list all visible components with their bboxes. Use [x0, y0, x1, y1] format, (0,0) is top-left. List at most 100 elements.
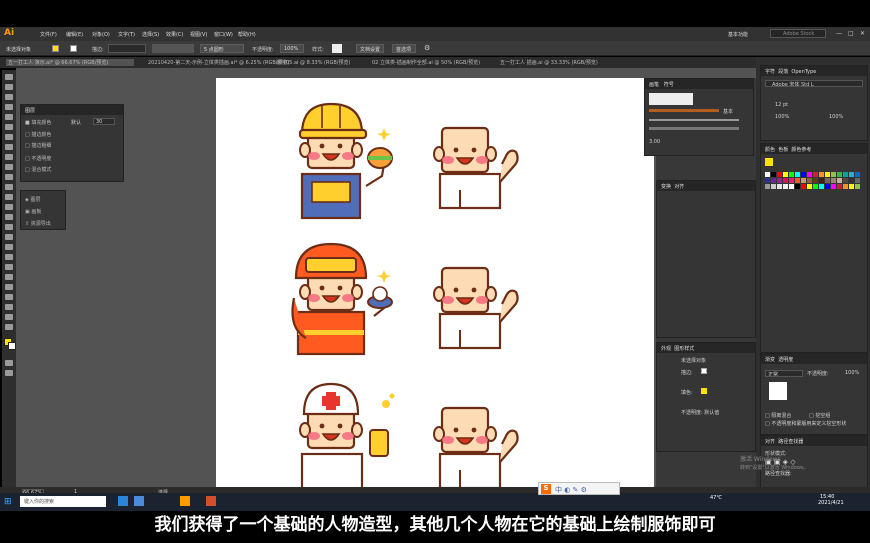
- tab-align-2[interactable]: 对齐: [765, 439, 775, 445]
- pencil-tool-icon[interactable]: [5, 164, 13, 170]
- swatch-chip[interactable]: [849, 172, 854, 177]
- swatch-chip[interactable]: [801, 172, 806, 177]
- tab-transform[interactable]: 变换: [661, 184, 671, 190]
- appearance-fill-swatch[interactable]: [701, 388, 707, 394]
- swatch-chip[interactable]: [777, 172, 782, 177]
- swatch-chip[interactable]: [771, 178, 776, 183]
- appearance-fill-row[interactable]: 填色:: [681, 389, 693, 396]
- swatch-chip[interactable]: [771, 172, 776, 177]
- swatch-chip[interactable]: [783, 172, 788, 177]
- swatch-chip[interactable]: [789, 184, 794, 189]
- stroke-color-icon[interactable]: [8, 342, 16, 350]
- weather-temp[interactable]: 47℃: [710, 495, 722, 501]
- menu-object[interactable]: 对象(O): [92, 31, 110, 38]
- eraser-tool-icon[interactable]: [5, 174, 13, 180]
- row-fill-color[interactable]: ■ 填充颜色: [25, 119, 51, 126]
- vertical-scale-field[interactable]: 100%: [829, 114, 843, 120]
- tab-doc-2[interactable]: 20210420-第二天-示例-立体类插画.ai* @ 6.25% (RGB/预…: [148, 59, 289, 66]
- symbol-sprayer-icon[interactable]: [5, 274, 13, 280]
- swatch-chip[interactable]: [825, 178, 830, 183]
- size-field[interactable]: 30: [93, 118, 115, 125]
- menu-view[interactable]: 视图(V): [190, 31, 207, 38]
- asset-export-item[interactable]: ⇪ 资源导出: [25, 220, 51, 227]
- screen-mode-icon[interactable]: [5, 370, 13, 376]
- zoom-tool-icon[interactable]: [5, 324, 13, 330]
- direct-selection-tool-icon[interactable]: [5, 84, 13, 90]
- curvature-tool-icon[interactable]: [5, 114, 13, 120]
- swatch-chip[interactable]: [843, 184, 848, 189]
- opacity-mask-checkbox[interactable]: □ 不透明度和蒙版用来定义挖空形状: [765, 420, 865, 427]
- tab-symbols[interactable]: 符号: [664, 82, 674, 88]
- tab-opentype[interactable]: OpenType: [791, 69, 816, 75]
- swatch-chip[interactable]: [801, 178, 806, 183]
- menu-help[interactable]: 帮助(H): [238, 31, 256, 38]
- opacity-field[interactable]: 100%: [280, 44, 304, 53]
- swatch-chip[interactable]: [765, 178, 770, 183]
- swatch-chip[interactable]: [813, 172, 818, 177]
- swatch-chip[interactable]: [831, 178, 836, 183]
- variable-width-field[interactable]: [152, 44, 194, 53]
- blend-tool-icon[interactable]: [5, 264, 13, 270]
- swatch-chip[interactable]: [813, 184, 818, 189]
- tab-gradient[interactable]: 渐变: [765, 357, 775, 363]
- minimize-icon[interactable]: —: [836, 30, 842, 37]
- tab-color[interactable]: 颜色: [765, 147, 775, 153]
- swatch-chip[interactable]: [813, 178, 818, 183]
- swatch-chip[interactable]: [825, 184, 830, 189]
- knockout-group-checkbox[interactable]: □ 挖空组: [809, 412, 830, 419]
- arrange-icon[interactable]: ⚙: [424, 44, 430, 52]
- tab-doc-3[interactable]: 课件05.ai @ 8.33% (RGB/预览): [276, 59, 364, 66]
- rotate-tool-icon[interactable]: [5, 184, 13, 190]
- horizontal-scale-field[interactable]: 100%: [775, 114, 789, 120]
- row-stroke-color[interactable]: □ 描边颜色: [25, 131, 51, 138]
- tab-color-guide[interactable]: 颜色参考: [791, 147, 811, 153]
- swatch-chip[interactable]: [807, 178, 812, 183]
- slice-tool-icon[interactable]: [5, 304, 13, 310]
- maximize-icon[interactable]: □: [848, 30, 854, 37]
- swatch-chip[interactable]: [765, 184, 770, 189]
- draw-mode-icon[interactable]: [5, 360, 13, 366]
- swatch-chip[interactable]: [765, 172, 770, 177]
- gradient-tool-icon[interactable]: [5, 244, 13, 250]
- graph-tool-icon[interactable]: [5, 284, 13, 290]
- tab-swatches[interactable]: 色板: [778, 147, 788, 153]
- swatch-chip[interactable]: [819, 184, 824, 189]
- appearance-opacity-row[interactable]: 不透明度: 默认值: [681, 409, 719, 416]
- swatch-chip[interactable]: [807, 172, 812, 177]
- swatch-chip[interactable]: [843, 178, 848, 183]
- swatch-chip[interactable]: [783, 178, 788, 183]
- appearance-stroke-row[interactable]: 描边:: [681, 369, 693, 376]
- shape-builder-icon[interactable]: [5, 214, 13, 220]
- swatch-chip[interactable]: [807, 184, 812, 189]
- menu-window[interactable]: 窗口(W): [214, 31, 233, 38]
- eyedropper-tool-icon[interactable]: [5, 254, 13, 260]
- swatch-chip[interactable]: [783, 184, 788, 189]
- hand-tool-icon[interactable]: [5, 314, 13, 320]
- stock-search-input[interactable]: Adobe Stock: [770, 29, 826, 38]
- swatch-chip[interactable]: [837, 178, 842, 183]
- swatch-chip[interactable]: [849, 178, 854, 183]
- menu-effect[interactable]: 效果(C): [166, 31, 183, 38]
- preferences-button[interactable]: 首选项: [392, 44, 416, 53]
- document-setup-button[interactable]: 文档设置: [356, 44, 384, 53]
- font-family-field[interactable]: Adobe 宋体 Std L: [765, 80, 863, 87]
- tab-transparency[interactable]: 透明度: [778, 357, 793, 363]
- mesh-tool-icon[interactable]: [5, 234, 13, 240]
- layers-item[interactable]: ◈ 图层: [25, 196, 40, 203]
- brush-line-1[interactable]: [649, 119, 739, 121]
- row-opacity[interactable]: □ 不透明度: [25, 155, 51, 162]
- swatch-chip[interactable]: [801, 184, 806, 189]
- menu-edit[interactable]: 编辑(E): [66, 31, 83, 38]
- current-fill-swatch[interactable]: [765, 158, 773, 166]
- pen-tool-icon[interactable]: [5, 104, 13, 110]
- swatch-chip[interactable]: [831, 184, 836, 189]
- swatch-chip[interactable]: [831, 172, 836, 177]
- swatch-chip[interactable]: [855, 184, 860, 189]
- artboard-tool-icon[interactable]: [5, 294, 13, 300]
- width-tool-icon[interactable]: [5, 204, 13, 210]
- swatch-chip[interactable]: [837, 172, 842, 177]
- row-blend-mode[interactable]: □ 混合模式: [25, 166, 51, 173]
- swatch-chip[interactable]: [789, 172, 794, 177]
- graphic-style-picker[interactable]: [332, 44, 342, 53]
- stroke-swatch[interactable]: [70, 45, 77, 52]
